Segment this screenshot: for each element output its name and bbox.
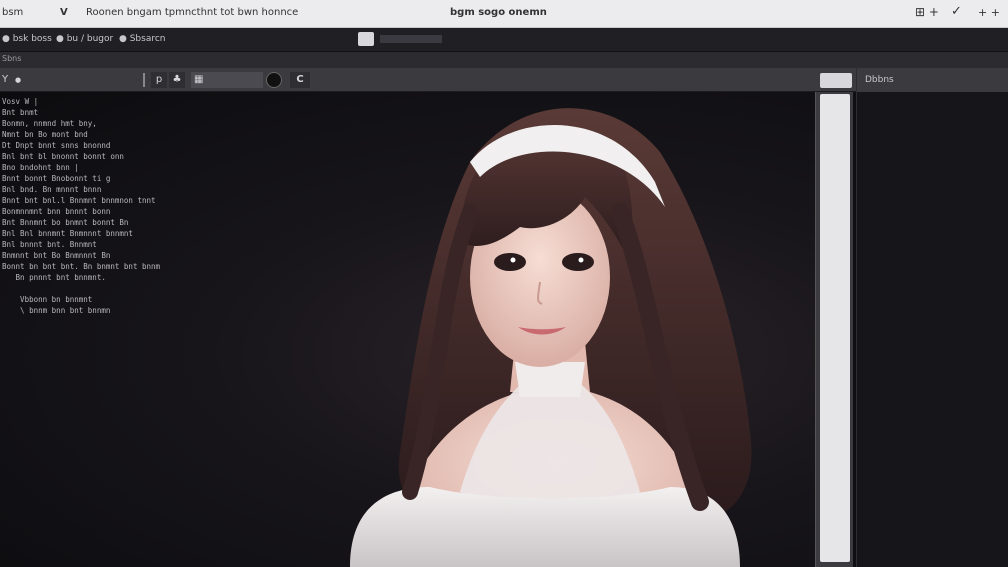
log-line: Vbbonn bn bnnmnt bbox=[2, 295, 93, 304]
panel-toggle-button[interactable] bbox=[820, 73, 852, 88]
status-strip: Sbns bbox=[0, 52, 1008, 68]
log-line: Bnl bnd. Bn mnnnt bnnn bbox=[2, 185, 102, 194]
log-line: Dt Dnpt bnnt snns bnonnd bbox=[2, 141, 111, 150]
grid-add-icon[interactable]: ⊞ + bbox=[915, 5, 939, 19]
check-icon[interactable]: ✓ bbox=[951, 4, 962, 19]
menu-item[interactable]: ● bu / bugor bbox=[56, 34, 113, 44]
plus-icon[interactable]: + + bbox=[978, 6, 1000, 19]
log-line: Vosv W | bbox=[2, 97, 39, 106]
bullet-icon: ● bbox=[2, 34, 13, 44]
dot-icon[interactable]: ● bbox=[12, 72, 24, 88]
toolbar-divider bbox=[143, 73, 145, 87]
log-line: Bonnt bn bnt bnt. Bn bnmnt bnt bnnm bbox=[2, 262, 161, 271]
log-line: Bnmnnt bnt Bo Bnmnnnt Bn bbox=[2, 251, 111, 260]
left-eye bbox=[494, 253, 526, 271]
toolbar-left-item[interactable]: Y bbox=[0, 72, 10, 88]
document-title: Roonen bngam tpmncthnt tot bwn honnce bbox=[86, 7, 299, 18]
log-line: Bnnt bnt bnl.l Bnnmnt bnnmnon tnnt bbox=[2, 196, 156, 205]
menu-bar: ● bsk boss ● bu / bugor ● Sbsarcn bbox=[0, 28, 1008, 52]
scroll-thumb[interactable] bbox=[820, 94, 850, 562]
log-line: Bnl bnt bl bnonnt bonnt onn bbox=[2, 152, 124, 161]
menu-v[interactable]: V bbox=[60, 7, 68, 18]
menu-item[interactable]: ● bsk boss bbox=[2, 34, 52, 44]
address-field[interactable] bbox=[380, 35, 442, 43]
window-title: bgm sogo onemn bbox=[450, 7, 547, 18]
vertical-scrollbar[interactable] bbox=[815, 92, 853, 567]
bullet-icon: ● bbox=[56, 34, 67, 44]
log-line: Bnnt bonnt Bnobonnt ti g bbox=[2, 174, 111, 183]
toolbar-button-p[interactable]: p bbox=[151, 72, 167, 88]
log-line: Bnl Bnl bnnmnt Bnmnnnt bnnmnt bbox=[2, 229, 133, 238]
log-line: Bn pnnnt bnt bnnmnt. bbox=[2, 273, 106, 282]
grid-icon[interactable]: ▦ bbox=[191, 72, 263, 88]
log-line: Bonmnnmnt bnn bnnnt bonn bbox=[2, 207, 111, 216]
collar bbox=[515, 362, 585, 397]
log-line: Bnl bnnnt bnt. Bnnmnt bbox=[2, 240, 97, 249]
log-line: Nmnt bn Bo mont bnd bbox=[2, 130, 88, 139]
portrait-illustration bbox=[350, 108, 752, 567]
console-log: Vosv W | Bnt bnmt Bonmn, nnmnd hmt bny, Nmn… bbox=[2, 96, 160, 316]
record-icon[interactable] bbox=[266, 72, 282, 88]
title-bar: bsm V Roonen bngam tpmncthnt tot bwn hon… bbox=[0, 0, 1008, 28]
log-line: \ bnnm bnn bnt bnnmn bbox=[2, 306, 111, 315]
status-text: Sbns bbox=[2, 54, 22, 63]
window-icon[interactable] bbox=[358, 32, 374, 46]
panel-header: Dbbns bbox=[857, 68, 1008, 92]
club-icon[interactable]: ♣ bbox=[169, 72, 185, 88]
toolbar: Y ● p ♣ ▦ C bbox=[0, 68, 856, 92]
right-eye bbox=[562, 253, 594, 271]
menu-item[interactable]: ● Sbsarcn bbox=[119, 34, 166, 44]
cycle-icon[interactable]: C bbox=[290, 72, 310, 88]
log-line: Bnt Bnnmnt bo bnmnt bonnt Bn bbox=[2, 218, 129, 227]
log-line: Bonmn, nnmnd hmt bny, bbox=[2, 119, 97, 128]
log-line: Bno bndohnt bnn | bbox=[2, 163, 79, 172]
right-panel: Dbbns bbox=[856, 68, 1008, 567]
log-line: Bnt bnmt bbox=[2, 108, 39, 117]
bullet-icon: ● bbox=[119, 34, 130, 44]
app-label[interactable]: bsm bbox=[2, 7, 23, 18]
